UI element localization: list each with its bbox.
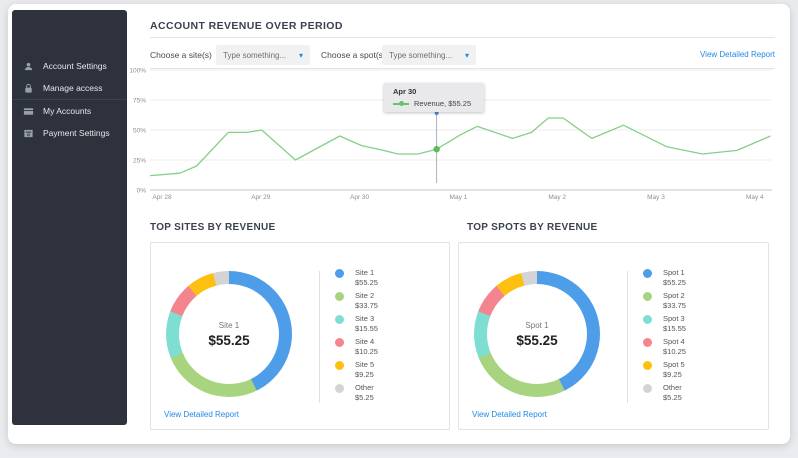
legend-entry: Site 4$10.25 <box>335 337 378 357</box>
legend-dot-icon <box>643 384 652 393</box>
svg-text:May 3: May 3 <box>647 194 665 201</box>
chevron-down-icon: ▾ <box>465 51 469 60</box>
legend-dot-icon <box>335 384 344 393</box>
top-spots-title: TOP SPOTS BY REVENUE <box>467 222 597 233</box>
svg-text:Apr 30: Apr 30 <box>350 194 370 201</box>
legend-entry: Spot 3$15.55 <box>643 314 686 334</box>
view-detailed-report-link-main[interactable]: View Detailed Report <box>700 50 775 59</box>
legend-entry: Spot 1$55.25 <box>643 268 686 288</box>
tooltip-date: Apr 30 <box>393 87 476 96</box>
legend-dot-icon <box>643 338 652 347</box>
legend-text: Site 1$55.25 <box>355 268 378 288</box>
legend-dot-icon <box>335 338 344 347</box>
legend-dot-icon <box>643 269 652 278</box>
legend-entry: Site 3$15.55 <box>335 314 378 334</box>
legend-entry: Spot 2$33.75 <box>643 291 686 311</box>
legend-divider <box>319 271 320 403</box>
legend-text: Spot 5$9.25 <box>663 360 685 380</box>
svg-text:75%: 75% <box>133 98 146 105</box>
legend-text: Site 5$9.25 <box>355 360 374 380</box>
svg-text:100%: 100% <box>130 68 146 75</box>
spot-filter-dropdown[interactable]: Type something... ▾ <box>382 45 476 65</box>
legend-text: Spot 3$15.55 <box>663 314 686 334</box>
spots-donut-center: Spot 1 $55.25 <box>474 271 600 397</box>
main-content: ACCOUNT REVENUE OVER PERIOD Choose a sit… <box>8 4 790 444</box>
legend-dot-icon <box>335 269 344 278</box>
svg-text:Apr 28: Apr 28 <box>152 194 172 201</box>
legend-dot-icon <box>643 315 652 324</box>
legend-text: Spot 4$10.25 <box>663 337 686 357</box>
legend-entry: Spot 4$10.25 <box>643 337 686 357</box>
sites-center-value: $55.25 <box>208 333 249 348</box>
header-divider <box>150 37 775 38</box>
legend-entry: Spot 5$9.25 <box>643 360 686 380</box>
legend-entry: Site 1$55.25 <box>335 268 378 288</box>
legend-dot-icon <box>335 292 344 301</box>
sites-center-label: Site 1 <box>219 321 239 330</box>
legend-entry: Site 2$33.75 <box>335 291 378 311</box>
spots-center-value: $55.25 <box>516 333 557 348</box>
legend-text: Site 4$10.25 <box>355 337 378 357</box>
sites-donut-center: Site 1 $55.25 <box>166 271 292 397</box>
legend-text: Other$5.25 <box>663 383 682 403</box>
page-title: ACCOUNT REVENUE OVER PERIOD <box>150 20 343 32</box>
spot-filter-label: Choose a spot(s) <box>321 50 386 60</box>
sites-legend: Site 1$55.25 Site 2$33.75 Site 3$15.55 Site… <box>335 268 378 406</box>
dashboard-card: Account SettingsManage accessMy Accounts… <box>8 4 790 444</box>
legend-dot-icon <box>335 361 344 370</box>
svg-text:May 4: May 4 <box>746 194 764 201</box>
site-filter-label: Choose a site(s) <box>150 50 212 60</box>
svg-text:50%: 50% <box>133 128 146 135</box>
svg-text:May 1: May 1 <box>450 194 468 201</box>
legend-text: Site 3$15.55 <box>355 314 378 334</box>
top-sites-title: TOP SITES BY REVENUE <box>150 222 275 233</box>
spots-legend: Spot 1$55.25 Spot 2$33.75 Spot 3$15.55 Spot… <box>643 268 686 406</box>
svg-text:Apr 29: Apr 29 <box>251 194 271 201</box>
legend-text: Spot 1$55.25 <box>663 268 686 288</box>
legend-entry: Site 5$9.25 <box>335 360 378 380</box>
chart-tooltip: Apr 30 Revenue, $55.25 <box>384 83 484 112</box>
legend-dot-icon <box>643 361 652 370</box>
svg-text:May 2: May 2 <box>548 194 566 201</box>
legend-text: Other$5.25 <box>355 383 374 403</box>
site-filter-dropdown[interactable]: Type something... ▾ <box>216 45 310 65</box>
view-detailed-report-link-sites[interactable]: View Detailed Report <box>164 410 239 419</box>
svg-text:25%: 25% <box>133 158 146 165</box>
legend-dot-icon <box>335 315 344 324</box>
top-sites-card: Site 1 $55.25 Site 1$55.25Site 2$33.75Si… <box>150 242 450 430</box>
legend-divider <box>627 271 628 403</box>
view-detailed-report-link-spots[interactable]: View Detailed Report <box>472 410 547 419</box>
tooltip-value: Revenue, $55.25 <box>414 99 471 108</box>
legend-dot-icon <box>643 292 652 301</box>
spot-filter-placeholder: Type something... <box>389 51 452 60</box>
top-spots-card: Spot 1 $55.25 Spot 1$55.25Spot 2$33.75Sp… <box>458 242 769 430</box>
legend-text: Site 2$33.75 <box>355 291 378 311</box>
line-marker-icon <box>393 101 409 106</box>
svg-text:0%: 0% <box>137 188 147 195</box>
spots-center-label: Spot 1 <box>525 321 548 330</box>
legend-entry: Other$5.25 <box>335 383 378 403</box>
legend-entry: Other$5.25 <box>643 383 686 403</box>
legend-text: Spot 2$33.75 <box>663 291 686 311</box>
chevron-down-icon: ▾ <box>299 51 303 60</box>
site-filter-placeholder: Type something... <box>223 51 286 60</box>
